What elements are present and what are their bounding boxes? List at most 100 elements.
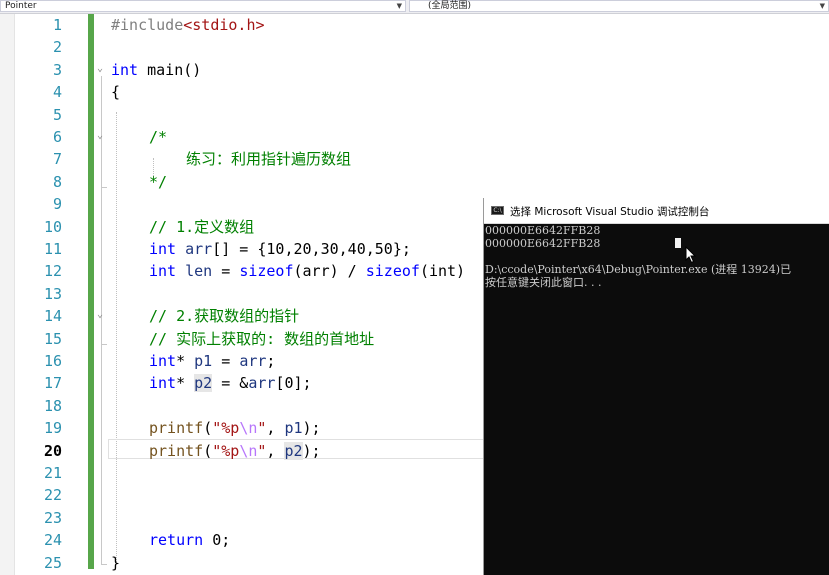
code-text: , [266,419,285,438]
line-number: 23 [43,508,62,527]
comment: */ [149,172,168,191]
code-line-24: return 0; [149,529,230,551]
variable: p1 [194,352,213,370]
brace: } [111,553,121,572]
code-line-1: #include<stdio.h> [111,14,265,36]
code-text: ; [266,352,276,370]
variable: len [185,262,213,281]
code-line-15: // 实际上获取的: 数组的首地址 [149,328,374,350]
code-text: , [266,441,285,460]
line-number: 7 [52,150,62,169]
keyword: sizeof [365,262,420,281]
console-output[interactable]: 000000E6642FFB28 000000E6642FFB28 D:\cco… [484,224,829,575]
string-literal: "%p [212,441,240,460]
function-name: printf [149,441,204,460]
fold-guide-end [101,187,107,188]
console-output-line: 000000E6642FFB28 [485,224,601,237]
line-number: 10 [43,217,62,236]
keyword: int [149,240,177,258]
preprocessor-directive: #include [111,16,184,34]
line-number: 16 [43,352,62,370]
code-text: ); [302,441,321,460]
console-app-icon: C:\ [491,206,504,215]
mouse-pointer-icon [685,246,697,264]
variable: p1 [284,419,303,438]
line-number: 20 [43,441,62,460]
variable-highlighted: p2 [284,441,303,460]
line-number: 5 [52,105,62,124]
function-name: printf [149,419,204,438]
scope-dropdown-label: (全局范围) [428,1,472,11]
header-name: <stdio.h> [183,16,265,34]
collapse-icon[interactable]: ⌄ [97,310,107,320]
line-number: 24 [43,531,62,550]
debug-console-window[interactable]: C:\ 选择 Microsoft Visual Studio 调试控制台 000… [483,198,829,575]
line-number: 15 [43,329,62,348]
line-number: 1 [52,16,62,34]
variable-highlighted: p2 [194,374,213,393]
keyword: int [149,262,177,281]
line-number: 8 [52,172,62,191]
code-text: (int) [419,262,466,281]
code-text: = [212,262,240,281]
code-line-17: int* p2 = &arr[0]; [149,374,312,393]
keyword: sizeof [239,262,294,281]
code-line-11: int arr[] = {10,20,30,40,50}; [149,238,411,260]
function-signature: main() [138,60,202,79]
string-literal: "%p [212,419,240,438]
variable: arr [185,240,213,258]
code-line-6: /* [149,126,167,148]
code-line-25: } [111,552,120,574]
code-text: ( [203,419,213,438]
code-text: ); [302,419,321,438]
code-line-20: printf("%p\n", p2); [149,440,321,462]
escape-sequence: \n [239,441,258,460]
code-text: (arr) [293,262,339,281]
code-text: / [338,262,366,281]
console-output-line: 000000E6642FFB28 [485,237,601,250]
line-number: 9 [52,195,62,214]
comment: // 实际上获取的: 数组的首地址 [149,329,375,348]
keyword: return [149,531,204,550]
fold-guide-end [101,344,107,345]
chevron-down-icon: ▼ [396,2,402,10]
line-number: 2 [52,38,62,57]
code-line-19: printf("%p\n", p1); [149,417,321,439]
code-line-14: // 2.获取数组的指针 [149,305,299,327]
code-line-8: */ [149,171,167,193]
line-number: 12 [43,262,62,281]
brace: { [111,83,121,102]
project-dropdown-label: Pointer [5,1,37,11]
console-title-bar[interactable]: C:\ 选择 Microsoft Visual Studio 调试控制台 [484,198,829,224]
line-number: 22 [43,486,62,505]
line-number: 18 [43,396,62,415]
keyword: int [111,60,139,79]
change-tracking-bar [88,14,94,569]
fold-guide-end [101,564,107,565]
line-number: 14 [43,307,62,326]
collapse-icon[interactable]: ⌄ [97,64,107,74]
code-text: = & [212,374,249,393]
selection-margin [0,14,15,575]
code-line-12: int len = sizeof(arr) / sizeof(int) [149,260,465,282]
code-line-4: { [111,81,120,103]
code-line-16: int* p1 = arr; [149,352,276,370]
scope-dropdown[interactable]: (全局范围) ▼ [409,0,829,12]
project-dropdown[interactable]: Pointer ▼ [0,0,406,12]
code-line-3: int main() [111,59,201,81]
indent-guide [116,112,117,564]
line-number: 13 [43,284,62,303]
keyword: int [149,352,177,370]
line-number: 19 [43,419,62,438]
console-title: 选择 Microsoft Visual Studio 调试控制台 [510,206,710,218]
variable: arr [239,352,267,370]
code-line-10: // 1.定义数组 [149,216,254,238]
line-number: 3 [52,60,62,79]
console-cursor [675,238,681,248]
navigation-bar: Pointer ▼ (全局范围) ▼ [0,0,829,14]
console-output-line: 按任意键关闭此窗口. . . [485,276,602,289]
collapse-icon[interactable]: ⌄ [97,131,107,141]
comment: 练习：利用指针遍历数组 [186,150,352,169]
code-line-7: 练习：利用指针遍历数组 [186,148,351,170]
console-output-line: D:\ccode\Pointer\x64\Debug\Pointer.exe (… [485,263,792,276]
